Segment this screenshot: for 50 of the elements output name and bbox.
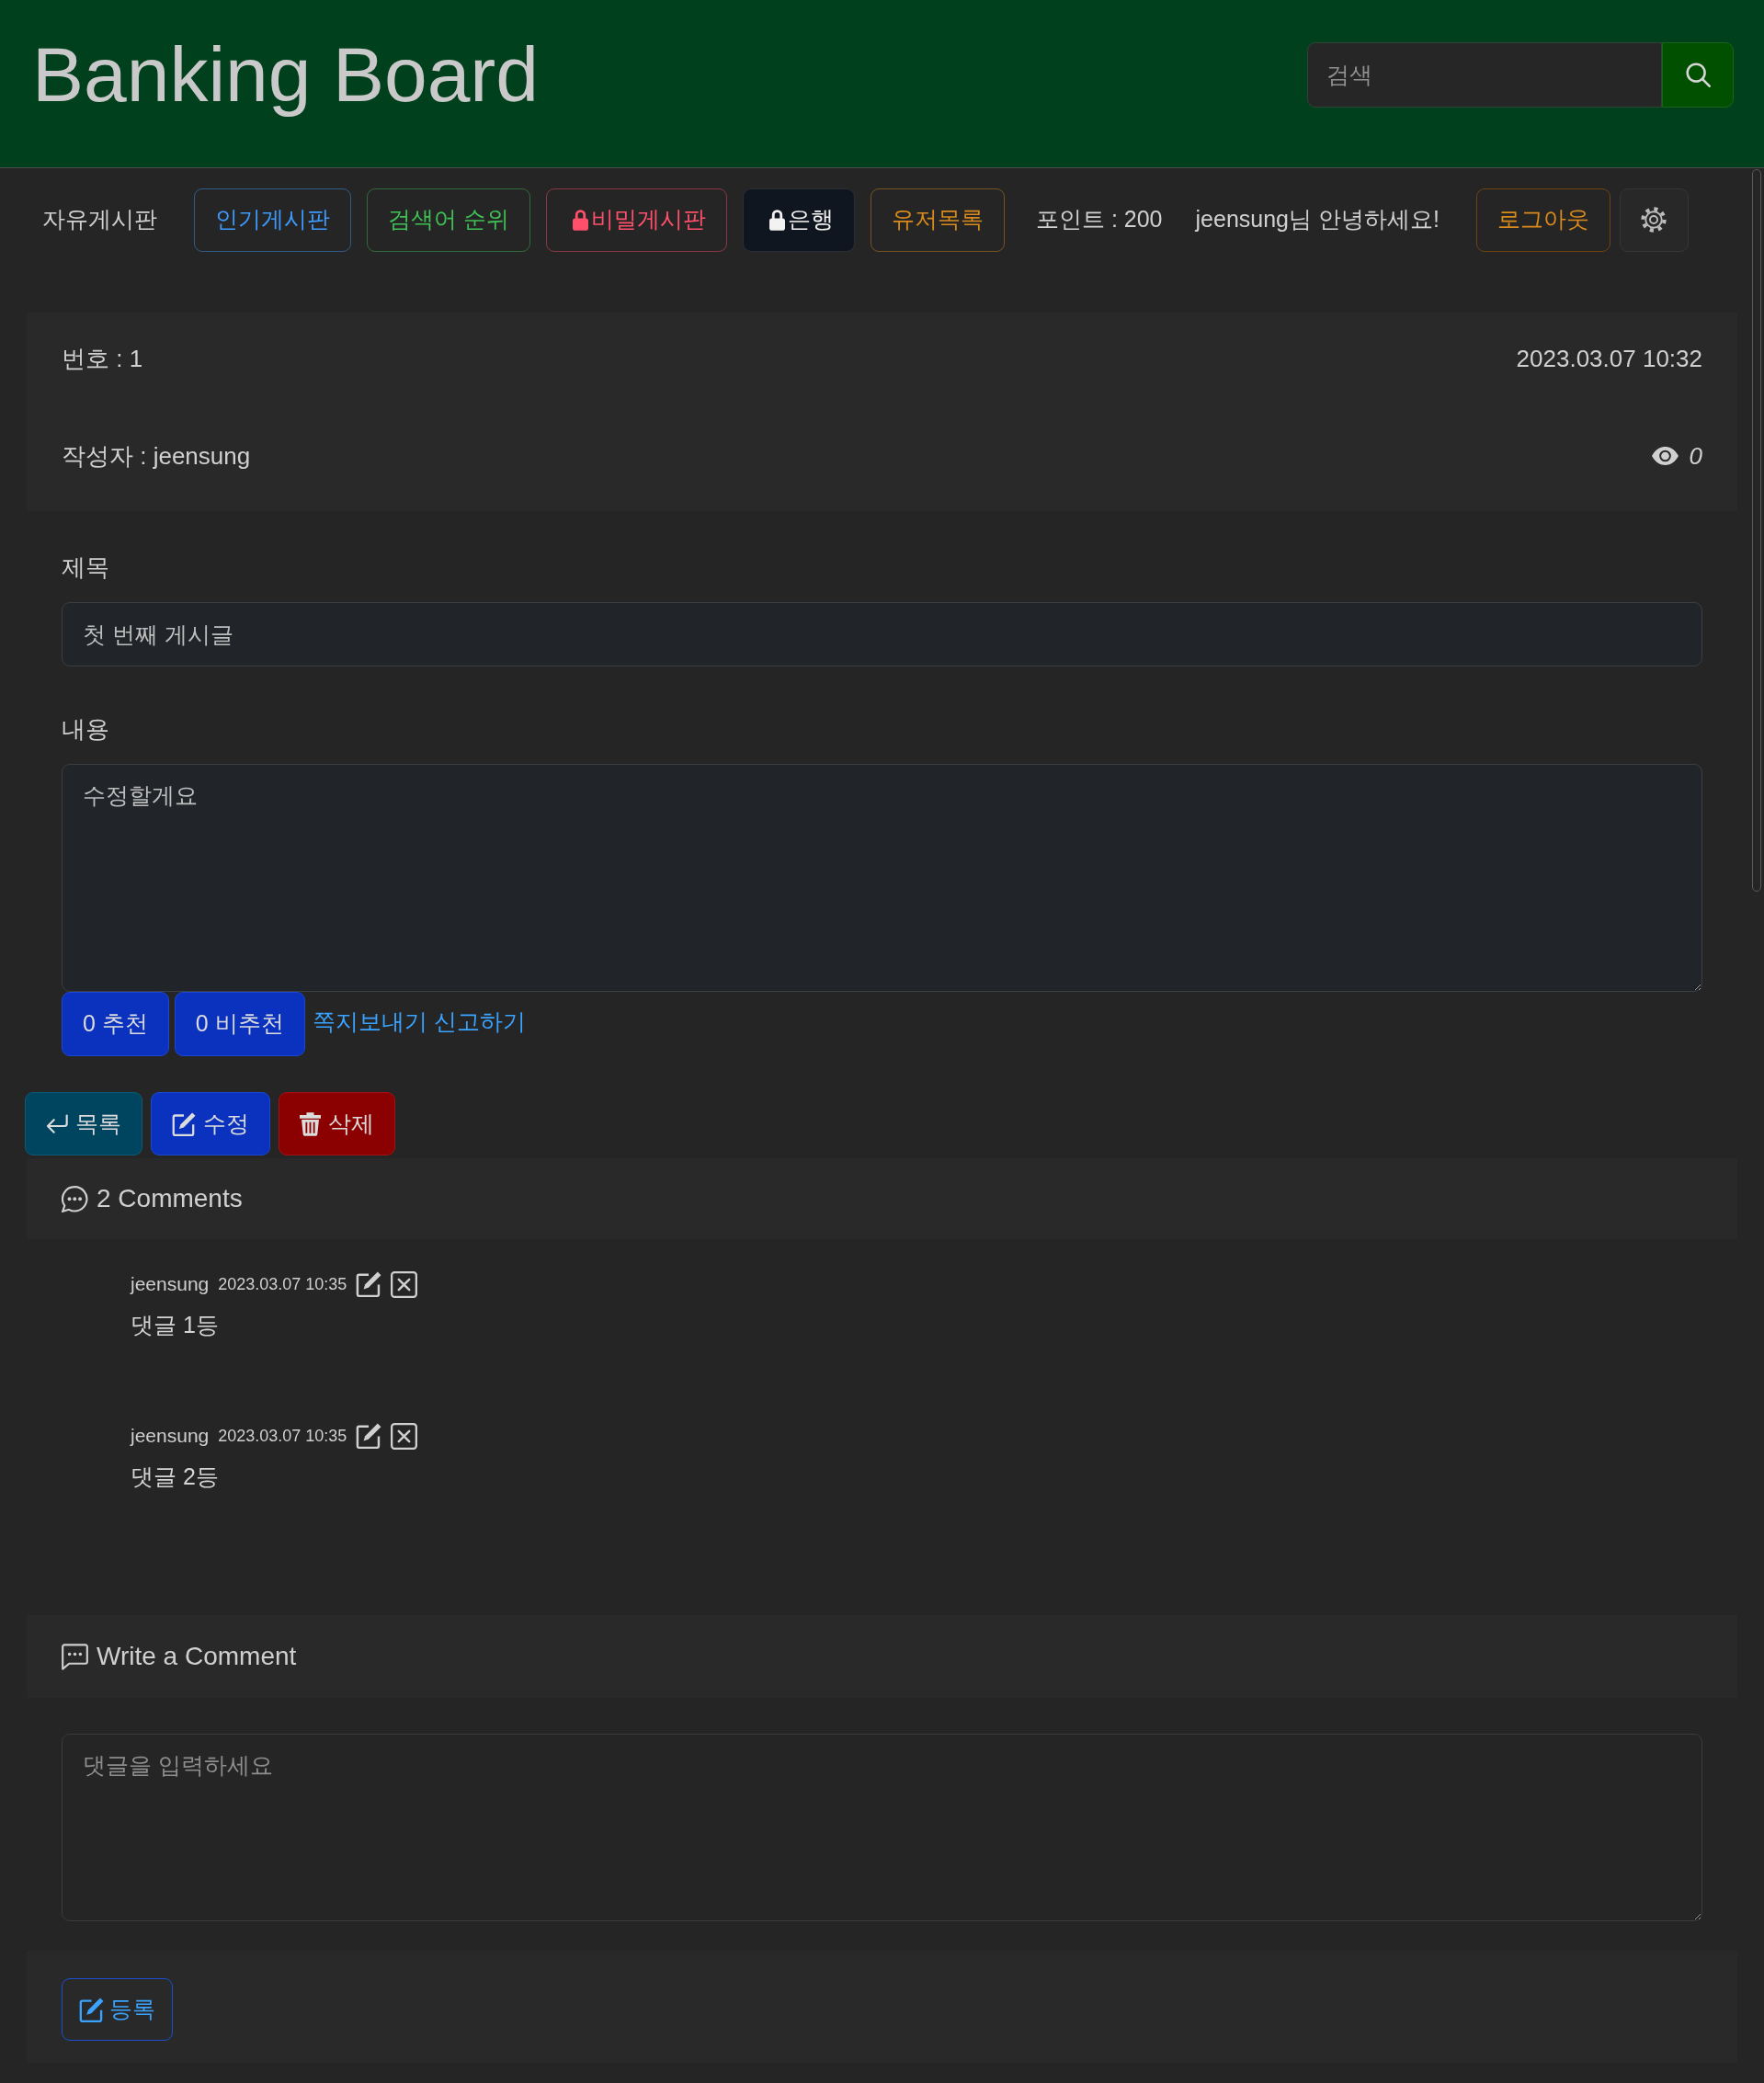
delete-button[interactable]: 삭제 xyxy=(279,1092,395,1155)
view-count: 0 xyxy=(1689,440,1702,472)
board-button[interactable]: 은행 xyxy=(742,188,855,252)
board-link[interactable]: 자유게시판 xyxy=(42,202,157,237)
comment-date: 2023.03.07 10:35 xyxy=(218,1425,347,1447)
comment-author: jeensung xyxy=(131,1272,210,1297)
trash-icon xyxy=(300,1111,321,1136)
field-label: 내용 xyxy=(62,714,109,745)
return-arrow-icon xyxy=(46,1114,68,1133)
field-label: 제목 xyxy=(62,552,109,583)
text-link[interactable]: 신고하기 xyxy=(433,1005,526,1038)
vote-button[interactable]: 0 추천 xyxy=(62,992,169,1056)
comments-heading: 2 Comments xyxy=(97,1183,243,1214)
pencil-square-icon xyxy=(172,1111,196,1136)
edit-button[interactable]: 수정 xyxy=(151,1092,270,1155)
board-button[interactable]: 인기게시판 xyxy=(194,188,351,252)
greeting-text: jeensung님 안녕하세요! xyxy=(1195,205,1440,234)
chat-bubble-icon xyxy=(62,1643,88,1670)
comment-author: jeensung xyxy=(131,1424,210,1449)
x-square-icon[interactable] xyxy=(391,1422,418,1450)
logout-button[interactable]: 로그아웃 xyxy=(1475,188,1610,252)
comment-field[interactable]: 댓글을 입력하세요 xyxy=(62,1734,1702,1921)
search-field[interactable]: 검색 xyxy=(1307,41,1662,108)
board-button[interactable]: 비밀게시판 xyxy=(545,188,727,252)
vote-button[interactable]: 0 비추천 xyxy=(174,992,305,1056)
chat-dots-icon xyxy=(62,1185,88,1212)
list-button[interactable]: 목록 xyxy=(25,1092,142,1155)
board-button[interactable]: 유저목록 xyxy=(870,188,1005,252)
content-field[interactable]: 수정할게요 xyxy=(62,764,1702,992)
post-number: 번호 : 1 xyxy=(62,343,143,374)
settings-button[interactable] xyxy=(1619,188,1689,252)
search-button[interactable] xyxy=(1662,41,1734,108)
search-icon xyxy=(1685,62,1711,87)
settings-icon xyxy=(1641,207,1667,233)
points-text: 포인트 : 200 xyxy=(1035,205,1163,234)
post-author: 작성자 : jeensung xyxy=(62,440,251,472)
board-button[interactable]: 검색어 순위 xyxy=(367,188,530,252)
write-comment-heading: Write a Comment xyxy=(97,1641,297,1672)
post-date: 2023.03.07 10:32 xyxy=(1516,343,1702,374)
comment-text: 댓글 2등 xyxy=(131,1463,219,1491)
title-field[interactable]: 첫 번째 게시글 xyxy=(62,602,1702,666)
comment-text: 댓글 1등 xyxy=(131,1311,219,1339)
text-link[interactable]: 쪽지보내기 xyxy=(312,1005,427,1038)
pencil-square-icon[interactable] xyxy=(356,1271,382,1297)
submit-button[interactable]: 등록 xyxy=(62,1978,173,2041)
comment-date: 2023.03.07 10:35 xyxy=(218,1273,347,1295)
eye-icon xyxy=(1651,447,1679,465)
pencil-square-icon[interactable] xyxy=(356,1423,382,1449)
pencil-square-icon xyxy=(79,1997,104,2022)
x-square-icon[interactable] xyxy=(391,1270,418,1298)
